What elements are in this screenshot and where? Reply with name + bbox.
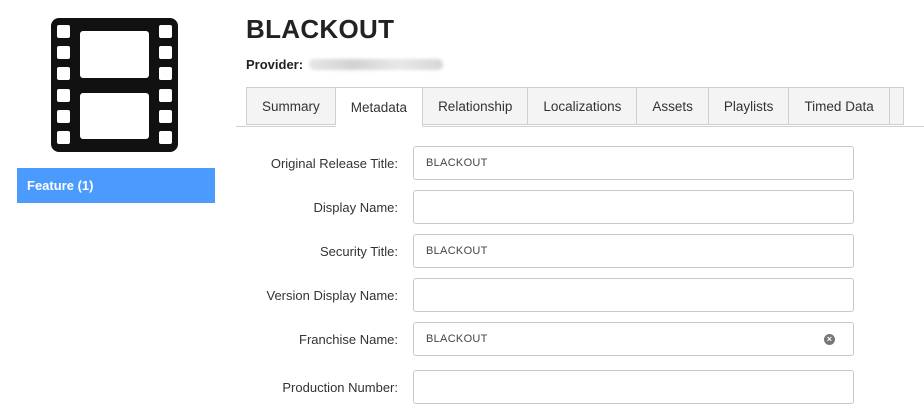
form-row-original-release-title: Original Release Title: BLACKOUT bbox=[246, 146, 869, 180]
provider-value-redacted bbox=[309, 59, 444, 70]
franchise-name-field[interactable]: BLACKOUT × bbox=[413, 322, 854, 356]
production-number-field[interactable] bbox=[413, 370, 854, 404]
tab-relationship[interactable]: Relationship bbox=[423, 87, 529, 125]
form-row-security-title: Security Title: BLACKOUT bbox=[246, 234, 869, 268]
field-label: Security Title: bbox=[319, 243, 398, 259]
tab-bar: Summary Metadata Relationship Localizati… bbox=[246, 87, 904, 127]
field-label: Version Display Name: bbox=[266, 287, 399, 303]
security-title-field[interactable]: BLACKOUT bbox=[413, 234, 854, 268]
clear-circle-icon[interactable]: × bbox=[824, 334, 835, 345]
provider-label: Provider: bbox=[246, 57, 304, 72]
display-name-field[interactable] bbox=[413, 190, 854, 224]
tab-overflow[interactable] bbox=[889, 87, 904, 125]
form-row-version-display-name: Version Display Name: bbox=[246, 278, 869, 312]
field-label: Original Release Title: bbox=[270, 155, 398, 171]
form-row-production-number: Production Number: bbox=[246, 370, 869, 404]
original-release-title-field[interactable]: BLACKOUT bbox=[413, 146, 854, 180]
form-row-display-name: Display Name: bbox=[246, 190, 869, 224]
tab-playlists[interactable]: Playlists bbox=[708, 87, 790, 125]
form-row-franchise-name: Franchise Name: BLACKOUT × bbox=[246, 322, 869, 356]
provider-row: Provider: bbox=[246, 57, 444, 72]
field-label: Display Name: bbox=[313, 199, 398, 215]
tab-timed-data[interactable]: Timed Data bbox=[789, 87, 890, 125]
field-label: Production Number: bbox=[282, 379, 398, 395]
tab-metadata[interactable]: Metadata bbox=[335, 87, 424, 127]
tab-summary[interactable]: Summary bbox=[246, 87, 336, 125]
page-title: BLACKOUT bbox=[246, 14, 395, 44]
field-label: Franchise Name: bbox=[299, 331, 398, 347]
franchise-name-value: BLACKOUT bbox=[426, 333, 488, 345]
tab-localizations[interactable]: Localizations bbox=[528, 87, 638, 125]
version-display-name-field[interactable] bbox=[413, 278, 854, 312]
tab-assets[interactable]: Assets bbox=[637, 87, 709, 125]
film-strip-icon bbox=[51, 18, 178, 152]
sidebar-item-feature[interactable]: Feature (1) bbox=[17, 168, 215, 203]
